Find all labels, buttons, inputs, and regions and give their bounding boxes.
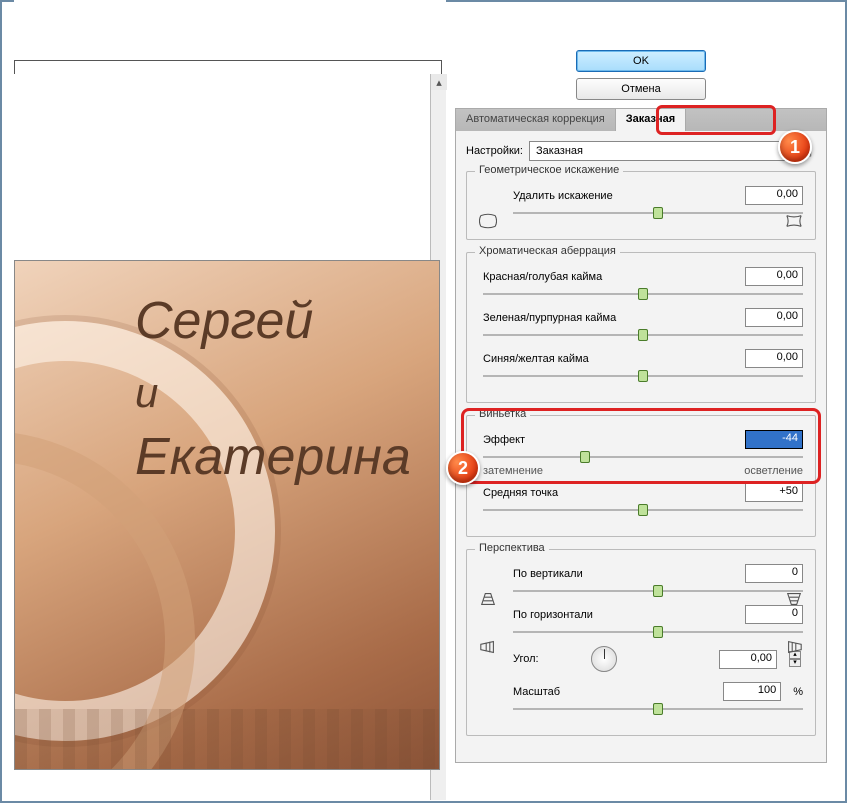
annotation-badge-1: 1 — [778, 130, 812, 164]
angle-dial[interactable] — [591, 646, 617, 672]
scale-label: Масштаб — [513, 686, 683, 698]
persp-vert-top-icon — [477, 590, 499, 608]
settings-tabbox: Автоматическая коррекция Заказная Настро… — [455, 108, 827, 763]
red-cyan-label: Красная/голубая кайма — [483, 271, 653, 283]
green-magenta-slider[interactable] — [483, 329, 803, 341]
red-cyan-input[interactable]: 0,00 — [745, 267, 803, 286]
remove-distortion-input[interactable]: 0,00 — [745, 186, 803, 205]
preview-area: ▴ Сергей и Екатерина — [14, 60, 446, 800]
tab-custom[interactable]: Заказная — [615, 109, 686, 131]
vignette-effect-label: Эффект — [483, 434, 653, 446]
horizontal-slider[interactable] — [513, 626, 803, 638]
preview-top-gap — [14, 0, 446, 2]
vignette-midpoint-slider[interactable] — [483, 504, 803, 516]
angle-input[interactable]: 0,00 — [719, 650, 777, 669]
green-magenta-label: Зеленая/пурпурная кайма — [483, 312, 653, 324]
slider-thumb[interactable] — [638, 288, 648, 300]
settings-preset-value: Заказная — [536, 145, 583, 157]
scroll-up-icon[interactable]: ▴ — [431, 74, 447, 90]
group-geometric-distortion: Геометрическое искажение Удалить искажен… — [466, 171, 816, 240]
remove-distortion-slider[interactable] — [513, 207, 803, 219]
decor-ornament — [15, 709, 439, 769]
blue-yellow-label: Синяя/желтая кайма — [483, 353, 653, 365]
red-cyan-slider[interactable] — [483, 288, 803, 300]
cancel-button[interactable]: Отмена — [576, 78, 706, 100]
group-title: Перспектива — [475, 542, 549, 554]
preview-text-line: и — [135, 369, 411, 417]
persp-horz-left-icon — [477, 638, 499, 656]
horizontal-label: По горизонтали — [513, 609, 683, 621]
barrel-icon — [477, 212, 499, 230]
group-title: Геометрическое искажение — [475, 164, 623, 176]
slider-thumb[interactable] — [638, 329, 648, 341]
blue-yellow-slider[interactable] — [483, 370, 803, 382]
vertical-slider[interactable] — [513, 585, 803, 597]
tab-auto-correction[interactable]: Автоматическая коррекция — [456, 109, 615, 131]
vertical-label: По вертикали — [513, 568, 683, 580]
vignette-effect-slider[interactable] — [483, 451, 803, 463]
group-chromatic-aberration: Хроматическая аберрация Красная/голубая … — [466, 252, 816, 403]
slider-thumb[interactable] — [653, 703, 663, 715]
slider-thumb[interactable] — [653, 207, 663, 219]
remove-distortion-label: Удалить искажение — [513, 190, 683, 202]
persp-horz-right-icon — [783, 638, 805, 656]
group-title: Виньетка — [475, 408, 530, 420]
annotation-badge-2: 2 — [446, 451, 480, 485]
preview-text: Сергей и Екатерина — [135, 291, 411, 487]
angle-label: Угол: — [513, 653, 573, 665]
step-down-icon[interactable]: ▾ — [789, 659, 801, 667]
scale-unit: % — [793, 686, 803, 698]
scale-input[interactable]: 100 — [723, 682, 781, 701]
vignette-sub-light: осветление — [744, 465, 803, 477]
vignette-effect-input[interactable]: -44 — [745, 430, 803, 449]
group-perspective: Перспектива По вертикали0 По горизонтали… — [466, 549, 816, 736]
ok-button[interactable]: OK — [576, 50, 706, 72]
vertical-input[interactable]: 0 — [745, 564, 803, 583]
group-title: Хроматическая аберрация — [475, 245, 620, 257]
tab-bar: Автоматическая коррекция Заказная — [456, 109, 826, 131]
vignette-sub-dark: затемнение — [483, 465, 543, 477]
slider-thumb[interactable] — [653, 585, 663, 597]
pincushion-icon — [783, 212, 805, 230]
preview-text-line: Екатерина — [135, 427, 411, 487]
vignette-midpoint-input[interactable]: +50 — [745, 483, 803, 502]
green-magenta-input[interactable]: 0,00 — [745, 308, 803, 327]
scale-slider[interactable] — [513, 703, 803, 715]
preview-text-line: Сергей — [135, 291, 411, 351]
slider-thumb[interactable] — [638, 370, 648, 382]
preview-outline — [14, 60, 442, 74]
preview-image: Сергей и Екатерина — [14, 260, 440, 770]
settings-preset-combo[interactable]: Заказная ▾ — [529, 141, 792, 161]
right-panel: OK Отмена 1 Автоматическая коррекция Зак… — [455, 50, 827, 773]
group-vignette: Виньетка Эффект-44 затемнениеосветление … — [466, 415, 816, 537]
slider-thumb[interactable] — [580, 451, 590, 463]
blue-yellow-input[interactable]: 0,00 — [745, 349, 803, 368]
settings-body: Настройки: Заказная ▾ ▤ Геометрическое и… — [456, 131, 826, 762]
persp-vert-bottom-icon — [783, 590, 805, 608]
vignette-midpoint-label: Средняя точка — [483, 487, 653, 499]
settings-label: Настройки: — [466, 145, 523, 157]
slider-thumb[interactable] — [638, 504, 648, 516]
slider-thumb[interactable] — [653, 626, 663, 638]
